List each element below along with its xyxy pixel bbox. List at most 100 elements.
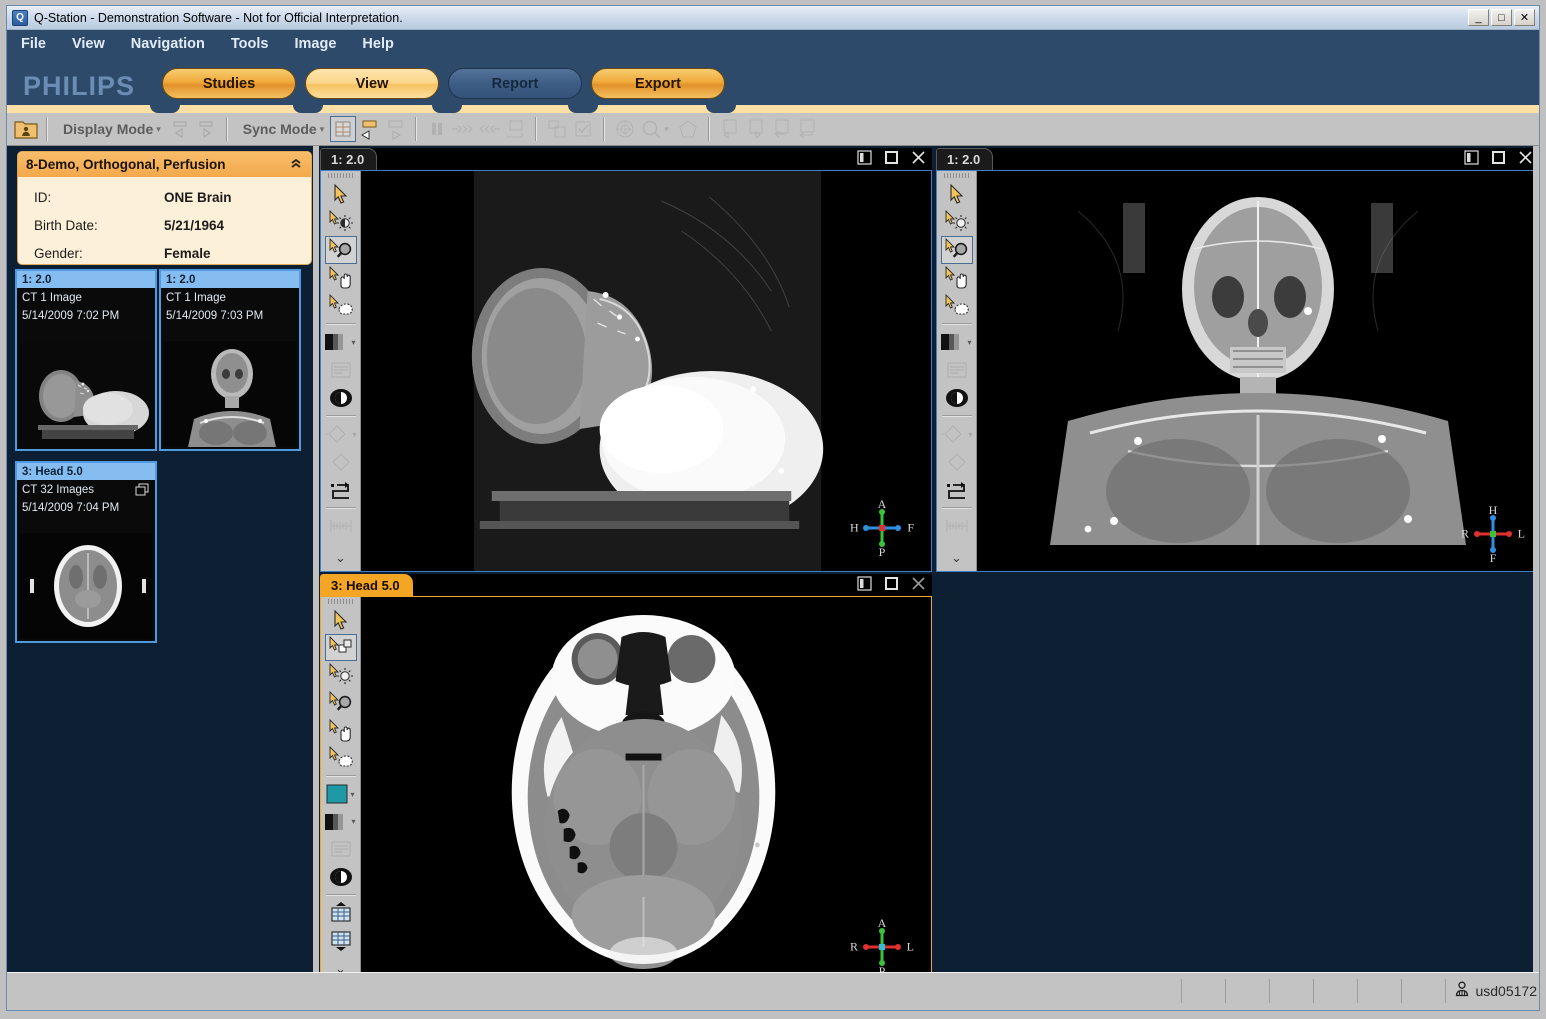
pointer-tool[interactable] [941,180,973,208]
viewport-top-left[interactable]: 1: 2.0 ▾ ▾ ⌄ A P H F [320,148,932,572]
toolbar-divider [46,117,48,141]
toolstrip-divider [941,323,972,325]
colormap-tool[interactable]: ▾ [939,328,975,356]
sidebar-splitter[interactable] [313,146,319,972]
workspace-scroll-edge[interactable] [1533,146,1539,972]
series-preview-image [20,533,152,639]
invert-tool[interactable] [941,384,973,412]
series-thumbnail[interactable]: 1: 2.0 CT 1 Image 5/14/2009 7:02 PM [15,269,157,451]
chevron-down-icon[interactable]: ▾ [967,338,971,347]
pointer-tool[interactable] [325,606,357,634]
color-swatch-tool[interactable]: ▾ [323,780,359,808]
viewport-image-canvas[interactable]: H F R L [978,171,1538,571]
pointer-tool[interactable] [325,180,357,208]
tab-view[interactable]: View [305,68,439,99]
expand-tools[interactable]: ⌄ [325,954,357,972]
series-thumbnail[interactable]: 1: 2.0 CT 1 Image 5/14/2009 7:03 PM [159,269,301,451]
brightness-contrast-tool[interactable] [941,208,973,236]
viewport-image-canvas[interactable]: A P H F [362,171,931,571]
minimize-button[interactable]: _ [1468,9,1489,26]
viewport-tab-label[interactable]: 1: 2.0 [320,148,378,170]
viewport-image-canvas[interactable]: A P R L [362,597,931,972]
brightness-contrast-tool[interactable] [325,208,357,236]
patient-id-label: ID: [34,189,52,205]
tab-notch [150,105,180,113]
display-mode-caret[interactable]: ▾ [156,124,161,135]
panel-layout-icon[interactable] [1463,149,1479,165]
viewport-titlebar: 1: 2.0 [936,148,1539,170]
series-modality: CT 1 Image [22,292,82,304]
colormap-tool[interactable]: ▾ [323,808,359,836]
orientation-top: A [877,916,887,930]
status-user[interactable]: usd05172 [1445,979,1537,1003]
patient-folder-icon[interactable] [13,116,39,142]
invert-tool[interactable] [325,384,357,412]
orientation-marker: A P R L [850,916,914,972]
scroll-tool[interactable] [325,744,357,772]
chevron-down-icon[interactable]: ▾ [351,817,355,826]
menu-tools[interactable]: Tools [231,36,269,52]
series-thumbnail[interactable]: 3: Head 5.0 CT 32 Images 5/14/2009 7:04 … [15,461,157,643]
viewport-top-right[interactable]: 1: 2.0 ▾ ▾ ⌄ H F R L [936,148,1539,572]
toolstrip-grip[interactable] [943,173,970,178]
viewport-tab-label[interactable]: 3: Head 5.0 [320,574,413,596]
expand-tools[interactable]: ⌄ [325,543,357,571]
toolstrip-grip[interactable] [327,173,354,178]
reset-tool[interactable] [941,476,973,504]
tab-export[interactable]: Export [591,68,725,99]
viewport-bottom-left[interactable]: 3: Head 5.0 ▾ ▾ ⌄ A P R L [320,574,932,972]
menu-navigation[interactable]: Navigation [131,36,205,52]
menu-help[interactable]: Help [362,36,393,52]
maximize-icon[interactable] [883,149,899,165]
menu-image[interactable]: Image [294,36,336,52]
patient-card-header[interactable]: 8-Demo, Orthogonal, Perfusion [18,152,311,177]
cine-backward-icon [476,116,502,142]
zoom-tool[interactable] [324,236,357,264]
invert-tool[interactable] [325,863,357,891]
close-icon[interactable] [910,575,926,591]
viewport-controls [856,575,926,591]
panel-layout-icon[interactable] [856,575,872,591]
select-region-tool[interactable] [324,633,357,662]
panel-layout-icon[interactable] [856,149,872,165]
close-icon[interactable] [1517,149,1533,165]
toolstrip-grip[interactable] [327,599,354,604]
chevron-down-icon[interactable]: ▾ [350,790,354,799]
colormap-tool[interactable]: ▾ [323,328,359,356]
expand-tools[interactable]: ⌄ [941,543,973,571]
close-icon[interactable] [910,149,926,165]
close-button[interactable]: ✕ [1514,9,1535,26]
toolbar-divider [225,117,228,141]
patient-birthdate-value: 5/21/1964 [164,217,225,233]
viewport-titlebar: 3: Head 5.0 [320,574,932,596]
measure-icon [612,116,638,142]
pan-tool[interactable] [325,264,357,292]
brightness-contrast-tool[interactable] [325,661,357,689]
sync-mode-caret[interactable]: ▾ [320,124,325,135]
slab-up-tool[interactable] [325,899,357,927]
maximize-icon[interactable] [883,575,899,591]
app-icon: Q [12,9,28,26]
reset-tool[interactable] [325,476,357,504]
tab-studies[interactable]: Studies [162,68,296,99]
layout-single-icon[interactable] [356,116,382,142]
maximize-icon[interactable] [1490,149,1506,165]
viewport-frame: ▾ ▾ [320,170,932,572]
chevron-down-icon[interactable]: ▾ [351,338,355,347]
scroll-tool[interactable] [941,292,973,320]
viewport-tab-label[interactable]: 1: 2.0 [936,148,994,170]
zoom-tool[interactable] [325,689,357,717]
zoom-tool[interactable] [940,236,973,264]
pan-tool[interactable] [941,264,973,292]
sync-mode-label[interactable]: Sync Mode [243,121,317,137]
scroll-tool[interactable] [325,292,357,320]
maximize-button[interactable]: □ [1491,9,1512,26]
pan-tool[interactable] [325,717,357,745]
tab-report[interactable]: Report [448,68,582,99]
menu-file[interactable]: File [21,36,46,52]
layout-grid-icon[interactable] [330,116,357,142]
chevron-up-icon[interactable] [289,156,303,173]
slab-down-tool[interactable] [325,927,357,955]
menu-view[interactable]: View [72,36,105,52]
display-mode-label[interactable]: Display Mode [63,121,153,137]
